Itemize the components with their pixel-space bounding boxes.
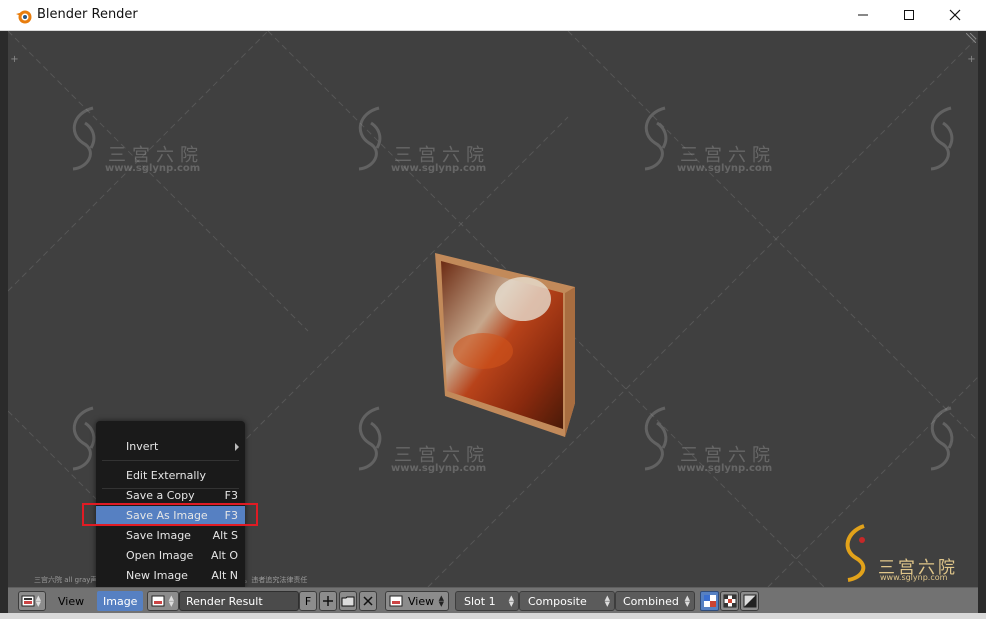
- display-view-dropdown[interactable]: View ▲ ▼: [385, 591, 449, 611]
- plus-icon: [323, 596, 333, 606]
- updown-icon: ▲ ▼: [508, 594, 514, 608]
- unlink-image-button[interactable]: [359, 591, 377, 611]
- menu-item-edit-externally[interactable]: Edit Externally: [96, 466, 245, 486]
- menu-item-new-image[interactable]: New Image Alt N: [96, 566, 245, 586]
- watermark: [921, 403, 978, 483]
- menu-separator: [102, 460, 239, 461]
- area-corner-icon[interactable]: [966, 33, 976, 43]
- highlight-box: [82, 503, 258, 526]
- watermark: 三宫六院 www.sglynp.com: [635, 103, 785, 183]
- close-icon: [949, 9, 961, 21]
- maximize-button[interactable]: [886, 0, 932, 30]
- image-editor-icon: [21, 595, 35, 607]
- minimize-icon: [858, 14, 868, 16]
- menu-view[interactable]: View: [54, 591, 88, 611]
- submenu-arrow-icon: [235, 443, 239, 451]
- image-name-field[interactable]: Render Result: [179, 591, 299, 611]
- watermark: 三宫六院 www.sglynp.com: [63, 103, 213, 183]
- editor-type-button[interactable]: ▲ ▼: [18, 591, 46, 611]
- watermark: 三宫六院 www.sglynp.com: [349, 103, 499, 183]
- window-title: Blender Render: [37, 7, 138, 22]
- updown-icon: ▲ ▼: [168, 594, 174, 608]
- diagonal-toggle[interactable]: [740, 591, 759, 611]
- image-browse-button[interactable]: ▲ ▼: [147, 591, 179, 611]
- open-image-button[interactable]: [339, 591, 357, 611]
- menu-image[interactable]: Image: [97, 591, 144, 611]
- menu-item-open-image[interactable]: Open Image Alt O: [96, 546, 245, 566]
- image-editor-header: ▲ ▼ View Image ▲ ▼ Render Result F View ▲ ▼…: [8, 587, 978, 613]
- window-bottom-edge: [0, 613, 986, 619]
- draw-alpha-icon: [703, 595, 716, 607]
- maximize-icon: [904, 10, 914, 20]
- diagonal-icon: [743, 594, 756, 608]
- area-split-icon[interactable]: +: [967, 55, 976, 65]
- watermark: 三宫六院 www.sglynp.com: [635, 403, 785, 483]
- pass-dropdown[interactable]: Combined ▲ ▼: [615, 591, 695, 611]
- site-logo-url: www.sglynp.com: [880, 573, 948, 582]
- x-icon: [363, 596, 373, 606]
- title-bar: Blender Render: [0, 0, 986, 31]
- checker-icon: [723, 594, 736, 608]
- menu-item-invert[interactable]: Invert: [96, 437, 245, 457]
- slot-dropdown[interactable]: Slot 1 ▲ ▼: [455, 591, 519, 611]
- blender-logo-icon: [16, 10, 32, 24]
- updown-icon: ▲ ▼: [684, 594, 690, 608]
- new-image-button[interactable]: [319, 591, 337, 611]
- minimize-button[interactable]: [840, 0, 886, 30]
- layer-dropdown[interactable]: Composite ▲ ▼: [519, 591, 615, 611]
- rendered-painting: [435, 253, 575, 437]
- updown-icon: ▲ ▼: [604, 594, 610, 608]
- watermark: [921, 103, 978, 183]
- image-browse-icon: [151, 595, 165, 607]
- fake-user-button[interactable]: F: [299, 591, 317, 611]
- draw-alpha-toggle[interactable]: [700, 591, 719, 611]
- view-icon: [389, 595, 403, 607]
- updown-icon: ▲ ▼: [35, 594, 41, 608]
- updown-icon: ▲ ▼: [438, 594, 444, 608]
- area-split-icon[interactable]: +: [10, 55, 19, 65]
- menu-item-save-image[interactable]: Save Image Alt S: [96, 526, 245, 546]
- close-button[interactable]: [932, 0, 978, 30]
- folder-icon: [341, 596, 355, 607]
- checker-toggle[interactable]: [720, 591, 739, 611]
